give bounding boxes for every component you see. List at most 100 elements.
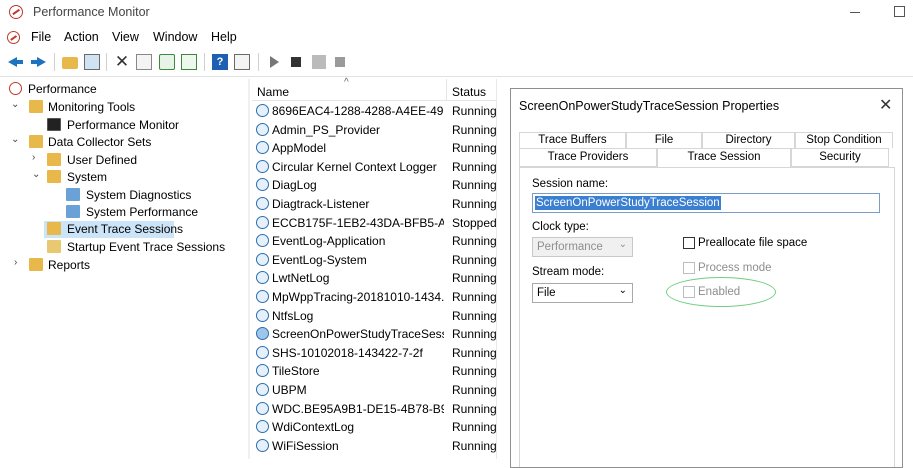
show-hide-tree-icon[interactable] xyxy=(84,54,100,70)
forward-arrow-icon[interactable] xyxy=(30,54,46,70)
trace-session-icon xyxy=(256,104,269,117)
session-status: Running xyxy=(452,290,497,304)
tree-item-reports[interactable]: › Reports xyxy=(0,257,248,274)
column-header-status[interactable]: Status xyxy=(452,85,486,99)
tree-item-performance[interactable]: Performance xyxy=(0,81,248,98)
tree-item-monitoring-tools[interactable]: ⌄ Monitoring Tools xyxy=(0,99,248,116)
list-header: ^ Name Status xyxy=(252,77,496,101)
trace-session-list: ^ Name Status 8696EAC4-1288-4288-A4EE-49… xyxy=(252,77,497,459)
trace-session-icon xyxy=(256,327,269,341)
process-mode-checkbox xyxy=(683,262,695,274)
tree-item-system-performance[interactable]: System Performance xyxy=(0,204,248,221)
session-name-field[interactable]: ScreenOnPowerStudyTraceSession xyxy=(532,193,880,213)
list-item[interactable]: WdiContextLog Running xyxy=(252,418,497,436)
list-item[interactable]: 8696EAC4-1288-4288-A4EE-49E... Running xyxy=(252,102,497,120)
list-item[interactable]: Circular Kernel Context Logger Running xyxy=(252,158,497,176)
perfmon-icon xyxy=(9,5,23,19)
stream-mode-dropdown[interactable]: File ⌄ xyxy=(532,283,633,303)
list-item[interactable]: TileStore Running xyxy=(252,362,497,380)
dialog-title: ScreenOnPowerStudyTraceSession Propertie… xyxy=(519,99,780,113)
menu-action[interactable]: Action xyxy=(64,30,99,44)
list-item[interactable]: Admin_PS_Provider Running xyxy=(252,121,497,139)
properties-icon[interactable] xyxy=(136,54,152,70)
list-item[interactable]: WDC.BE95A9B1-DE15-4B78-B92... Running xyxy=(252,400,497,418)
list-item[interactable]: ScreenOnPowerStudyTraceSessi... Running xyxy=(252,325,497,343)
list-item[interactable]: MpWppTracing-20181010-1434... Running xyxy=(252,288,497,306)
help-icon[interactable]: ? xyxy=(212,54,228,70)
clock-type-dropdown: Performance ⌄ xyxy=(532,237,633,257)
list-item[interactable]: SHS-10102018-143422-7-2f Running xyxy=(252,344,497,362)
trace-session-icon xyxy=(256,401,269,415)
up-folder-icon[interactable] xyxy=(62,57,78,69)
tree-item-label: Performance xyxy=(28,82,97,96)
start-icon[interactable] xyxy=(266,54,282,70)
tree-item-system[interactable]: ⌄ System xyxy=(0,169,248,186)
tab-trace-session[interactable]: Trace Session xyxy=(657,148,791,168)
new-data-collector-set-icon[interactable] xyxy=(312,55,326,69)
session-status: Running xyxy=(452,178,497,193)
list-item[interactable]: WiFiSession Running xyxy=(252,437,497,455)
preallocate-checkbox[interactable] xyxy=(683,237,695,249)
maximize-button[interactable] xyxy=(894,6,905,17)
tree-item-data-collector-sets[interactable]: ⌄ Data Collector Sets xyxy=(0,134,248,151)
folder-icon xyxy=(47,240,61,253)
session-name: AppModel xyxy=(272,141,327,156)
expand-chevron-icon[interactable]: ⌄ xyxy=(32,169,41,180)
toolbar-separator xyxy=(258,53,259,71)
menu-view[interactable]: View xyxy=(112,30,139,44)
trace-session-icon xyxy=(256,141,269,155)
refresh-icon[interactable] xyxy=(159,54,175,70)
column-divider[interactable] xyxy=(446,79,447,100)
pane-splitter[interactable] xyxy=(248,79,250,459)
tab-row-front: Trace Providers Trace Session Security xyxy=(519,148,889,168)
tab-row-back: Trace Buffers File Directory Stop Condit… xyxy=(519,132,893,149)
tab-trace-providers[interactable]: Trace Providers xyxy=(519,148,657,167)
tree-item-label: Monitoring Tools xyxy=(48,100,136,114)
toolbar-separator xyxy=(54,53,55,71)
tab-stop-condition[interactable]: Stop Condition xyxy=(795,132,893,148)
system-icon xyxy=(47,170,61,183)
menu-help[interactable]: Help xyxy=(211,30,237,44)
tree-item-system-diagnostics[interactable]: System Diagnostics xyxy=(0,187,248,204)
list-item[interactable]: AppModel Running xyxy=(252,139,497,157)
list-item[interactable]: DiagLog Running xyxy=(252,176,497,194)
tab-security[interactable]: Security xyxy=(791,148,889,167)
expand-chevron-icon[interactable]: ⌄ xyxy=(11,134,20,145)
session-status: Running xyxy=(452,122,497,137)
list-item[interactable]: EventLog-System Running xyxy=(252,251,497,269)
tree-item-startup-event-trace-sessions[interactable]: Startup Event Trace Sessions xyxy=(0,239,248,256)
system-menu-icon[interactable] xyxy=(7,31,20,44)
close-icon[interactable]: ✕ xyxy=(879,95,892,115)
list-item[interactable]: EventLog-Application Running xyxy=(252,232,497,250)
back-arrow-icon[interactable] xyxy=(8,54,24,70)
delete-icon[interactable]: ✕ xyxy=(114,53,130,70)
tree-item-event-trace-sessions[interactable]: Event Trace Sessions xyxy=(44,221,183,238)
expand-chevron-icon[interactable]: ⌄ xyxy=(11,99,20,110)
list-item[interactable]: LwtNetLog Running xyxy=(252,269,497,287)
list-item[interactable]: ECCB175F-1EB2-43DA-BFB5-A8... Stopped xyxy=(252,214,497,232)
list-item[interactable]: NtfsLog Running xyxy=(252,307,497,325)
session-status: Running xyxy=(452,234,497,249)
show-action-pane-icon[interactable] xyxy=(234,54,250,70)
menu-window[interactable]: Window xyxy=(153,30,197,44)
trace-session-icon xyxy=(256,420,269,434)
tree-item-performance-monitor[interactable]: Performance Monitor xyxy=(0,117,248,134)
list-item[interactable]: UBPM Running xyxy=(252,381,497,399)
list-item[interactable]: Diagtrack-Listener Running xyxy=(252,195,497,213)
column-header-name[interactable]: Name xyxy=(257,85,289,99)
tree-item-label: Reports xyxy=(48,258,91,272)
session-name-value: ScreenOnPowerStudyTraceSession xyxy=(535,196,721,210)
expand-chevron-icon[interactable]: › xyxy=(32,152,41,163)
tree-item-user-defined[interactable]: › User Defined xyxy=(0,152,248,169)
expand-chevron-icon[interactable]: › xyxy=(14,257,23,268)
tab-directory[interactable]: Directory xyxy=(702,132,795,148)
tree-item-label: System xyxy=(67,170,108,184)
minimize-button[interactable] xyxy=(850,4,864,18)
tab-trace-buffers[interactable]: Trace Buffers xyxy=(519,132,626,148)
trace-session-icon xyxy=(256,215,269,229)
session-name: SHS-10102018-143422-7-2f xyxy=(272,345,423,360)
menu-file[interactable]: File xyxy=(31,30,51,44)
stop-icon[interactable] xyxy=(288,54,304,70)
export-list-icon[interactable] xyxy=(181,54,197,70)
tab-file[interactable]: File xyxy=(626,132,702,148)
